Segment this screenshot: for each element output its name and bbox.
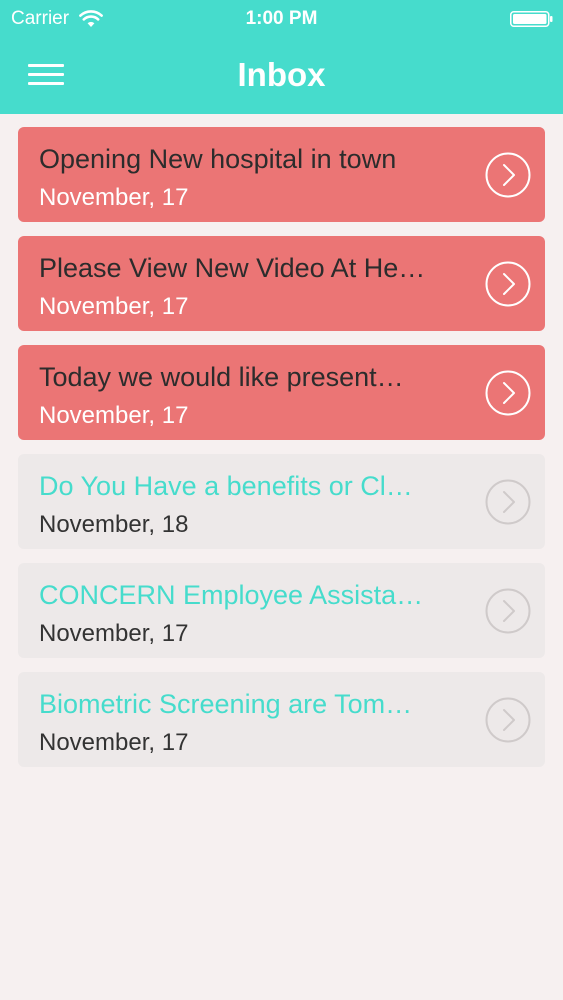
status-bar: Carrier 1:00 PM — [0, 0, 563, 40]
message-date: November, 17 — [39, 620, 189, 647]
page-title: Inbox — [237, 56, 326, 93]
status-time: 1:00 PM — [245, 8, 318, 29]
message-list: Opening New hospital in town November, 1… — [18, 127, 545, 781]
message-date: November, 17 — [39, 729, 189, 756]
message-item[interactable]: Please View New Video At He… November, 1… — [18, 236, 545, 331]
message-item[interactable]: Opening New hospital in town November, 1… — [18, 127, 545, 222]
message-subject: CONCERN Employee Assista… — [39, 580, 424, 610]
chevron-right-icon[interactable] — [485, 697, 531, 743]
chevron-right-icon[interactable] — [485, 479, 531, 525]
message-item[interactable]: Biometric Screening are Tom… November, 1… — [18, 672, 545, 767]
message-date: November, 17 — [39, 402, 189, 429]
chevron-right-icon[interactable] — [485, 588, 531, 634]
chevron-right-icon[interactable] — [485, 152, 531, 198]
message-subject: Please View New Video At He… — [39, 253, 426, 283]
message-subject: Do You Have a benefits or Cl… — [39, 471, 413, 501]
message-item[interactable]: Do You Have a benefits or Cl… November, … — [18, 454, 545, 549]
message-date: November, 17 — [39, 293, 189, 320]
chevron-right-icon[interactable] — [485, 370, 531, 416]
navigation-bar: Carrier 1:00 PM Inbox — [0, 0, 563, 114]
message-subject: Opening New hospital in town — [39, 144, 397, 174]
message-date: November, 17 — [39, 184, 189, 211]
message-item[interactable]: CONCERN Employee Assista… November, 17 — [18, 563, 545, 658]
chevron-right-icon[interactable] — [485, 261, 531, 307]
message-item[interactable]: Today we would like present… November, 1… — [18, 345, 545, 440]
message-date: November, 18 — [39, 511, 189, 538]
message-subject: Biometric Screening are Tom… — [39, 689, 413, 719]
battery-icon — [510, 11, 553, 27]
message-subject: Today we would like present… — [39, 362, 404, 392]
